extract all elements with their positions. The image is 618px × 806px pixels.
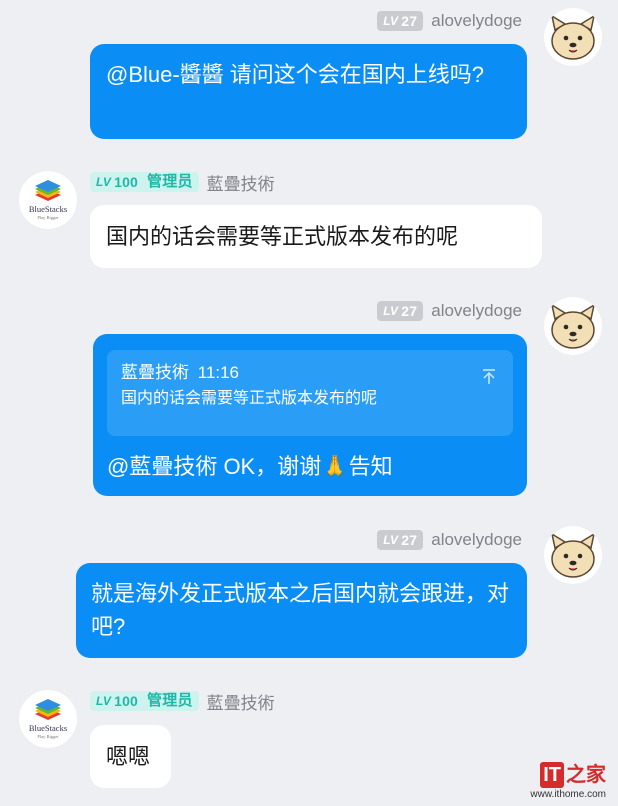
message-bubble[interactable]: @Blue-醬醬 请问这个会在国内上线吗? — [90, 44, 527, 139]
username[interactable]: alovelydoge — [431, 530, 522, 550]
quote-header: 藍疊技術 11:16 — [121, 363, 240, 382]
avatar[interactable]: BlueStacks Play Bigger — [19, 171, 77, 229]
svg-text:BlueStacks: BlueStacks — [29, 723, 67, 733]
admin-badge: 管理员 — [147, 173, 193, 190]
message-bubble[interactable]: 嗯嗯 — [90, 725, 171, 788]
avatar[interactable] — [544, 526, 602, 584]
message-bubble[interactable]: 就是海外发正式版本之后国内就会跟进，对吧? — [76, 563, 527, 658]
message-bubble[interactable]: 藍疊技術 11:16 国内的话会需要等正式版本发布的呢 @藍疊技術 OK，谢谢🙏… — [93, 334, 527, 496]
ithome-logo: IT 之家 — [530, 762, 606, 788]
bluestacks-logo-icon: BlueStacks Play Bigger — [19, 690, 77, 748]
level-badge: LV 27 — [377, 530, 424, 550]
message-bubble[interactable]: 国内的话会需要等正式版本发布的呢 — [90, 205, 542, 268]
admin-badge: 管理员 — [147, 692, 193, 709]
svg-text:Play Bigger: Play Bigger — [37, 215, 59, 220]
watermark-url: www.ithome.com — [530, 789, 606, 800]
message-meta: LV 100 管理员 藍疊技術 — [90, 170, 275, 194]
bluestacks-logo-icon: BlueStacks Play Bigger — [19, 171, 77, 229]
username[interactable]: 藍疊技術 — [207, 170, 275, 195]
level-badge: LV 100 管理员 — [90, 172, 199, 192]
message-meta: LV 27 alovelydoge — [377, 9, 522, 33]
dog-avatar-icon — [544, 526, 602, 584]
username[interactable]: alovelydoge — [431, 301, 522, 321]
message-text: 就是海外发正式版本之后国内就会跟进，对吧? — [91, 581, 510, 639]
pin-icon[interactable] — [481, 362, 497, 395]
message-text: @藍疊技術 OK，谢谢🙏告知 — [107, 454, 393, 479]
svg-text:Play Bigger: Play Bigger — [37, 734, 59, 739]
avatar[interactable] — [544, 297, 602, 355]
quoted-message[interactable]: 藍疊技術 11:16 国内的话会需要等正式版本发布的呢 — [107, 350, 513, 436]
message-text: 国内的话会需要等正式版本发布的呢 — [106, 224, 459, 249]
level-badge: LV 100 管理员 — [90, 691, 199, 711]
avatar[interactable] — [544, 8, 602, 66]
message-meta: LV 100 管理员 藍疊技術 — [90, 689, 275, 713]
avatar[interactable]: BlueStacks Play Bigger — [19, 690, 77, 748]
message-meta: LV 27 alovelydoge — [377, 299, 522, 323]
dog-avatar-icon — [544, 297, 602, 355]
username[interactable]: 藍疊技術 — [207, 689, 275, 714]
level-badge: LV 27 — [377, 11, 424, 31]
message-text: @Blue-醬醬 请问这个会在国内上线吗? — [106, 62, 485, 87]
dog-avatar-icon — [544, 8, 602, 66]
message-meta: LV 27 alovelydoge — [377, 528, 522, 552]
svg-text:BlueStacks: BlueStacks — [29, 204, 67, 214]
level-badge: LV 27 — [377, 301, 424, 321]
message-text: 嗯嗯 — [106, 744, 151, 769]
ithome-watermark: IT 之家 www.ithome.com — [530, 762, 606, 800]
quote-text: 国内的话会需要等正式版本发布的呢 — [121, 390, 378, 407]
username[interactable]: alovelydoge — [431, 11, 522, 31]
